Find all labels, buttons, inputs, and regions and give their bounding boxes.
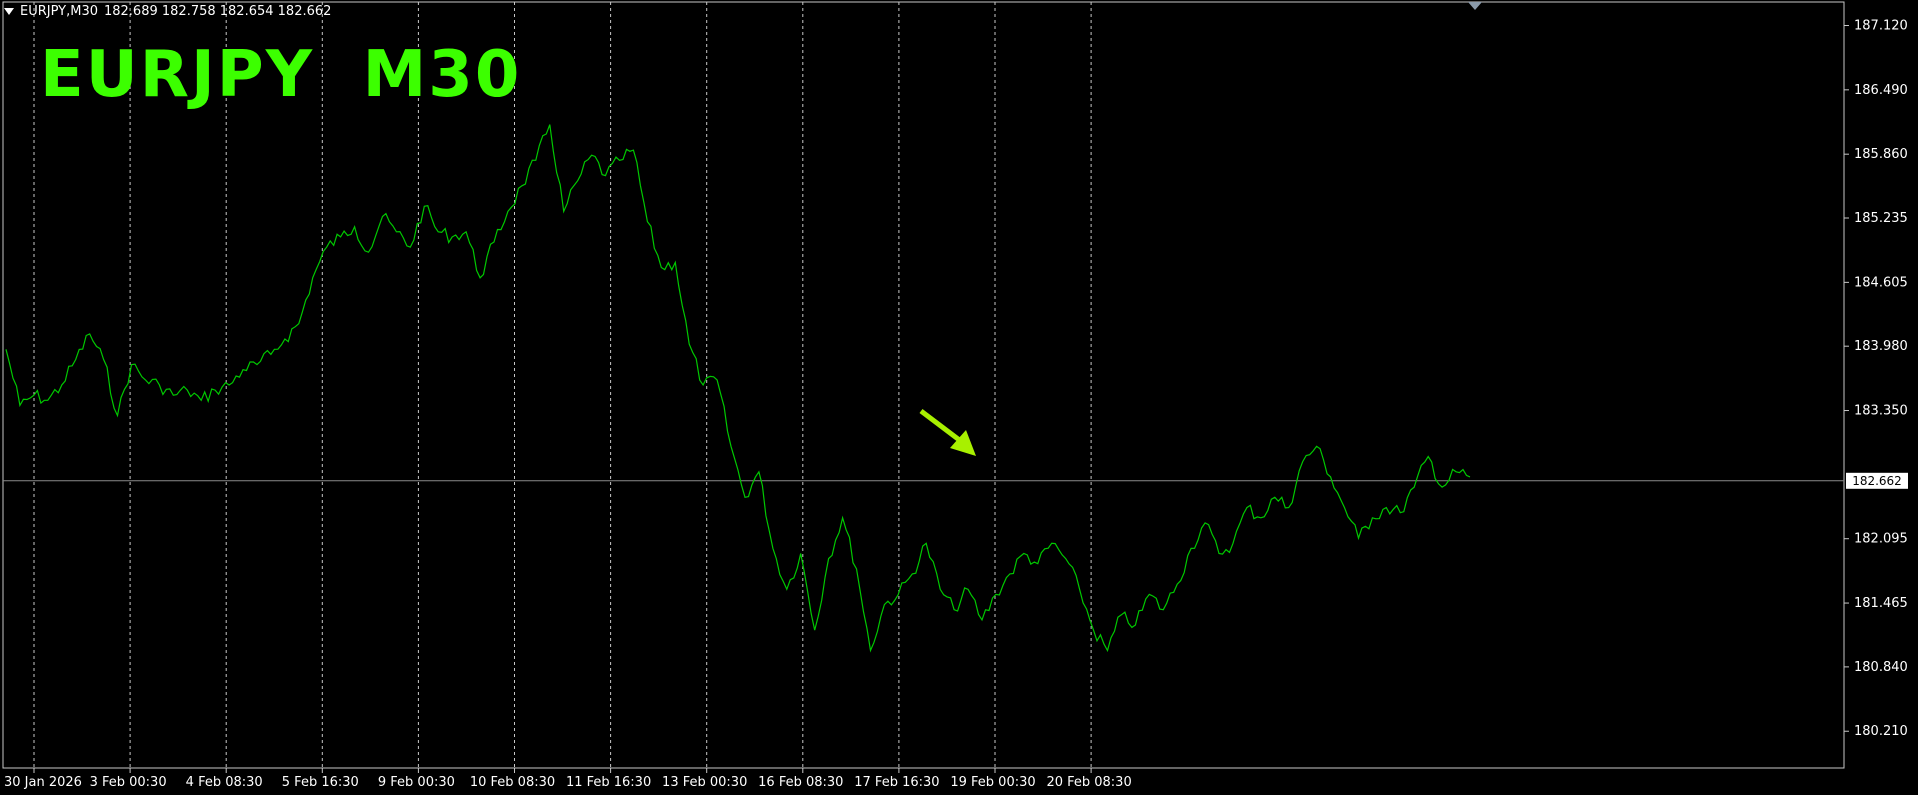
y-tick-label: 185.235	[1854, 211, 1908, 226]
y-tick-label: 186.490	[1854, 83, 1908, 98]
y-tick-label: 180.210	[1854, 724, 1908, 739]
ohlc-values: 182.689 182.758 182.654 182.662	[103, 4, 332, 19]
y-tick-label: 185.860	[1854, 147, 1908, 162]
y-tick-label: 184.605	[1854, 275, 1908, 290]
y-tick-label: 180.840	[1854, 660, 1908, 675]
x-tick-label: 5 Feb 16:30	[282, 775, 359, 790]
triangle-down-icon[interactable]	[4, 8, 14, 15]
price-chart[interactable]: 187.120 186.490 185.860 185.235 184.605 183.9…	[0, 0, 1918, 795]
x-tick-label: 10 Feb 08:30	[470, 775, 555, 790]
y-tick-label: 183.980	[1854, 339, 1908, 354]
x-tick-label: 17 Feb 16:30	[854, 775, 939, 790]
symbol-watermark: EURJPY M30	[40, 38, 522, 112]
chart-header: EURJPY,M30 182.689 182.758 182.654 182.6…	[4, 4, 331, 19]
x-tick-label: 4 Feb 08:30	[186, 775, 263, 790]
x-tick-label: 16 Feb 08:30	[758, 775, 843, 790]
y-tick-label: 182.095	[1854, 532, 1908, 547]
symbol-label: EURJPY,M30	[20, 4, 98, 19]
x-tick-label: 9 Feb 00:30	[378, 775, 455, 790]
x-tick-label: 3 Feb 00:30	[90, 775, 167, 790]
y-tick-label: 183.350	[1854, 404, 1908, 419]
y-tick-label: 181.465	[1854, 596, 1908, 611]
current-price-label: 182.662	[1852, 474, 1902, 488]
chart-background	[0, 0, 1918, 795]
y-tick-label: 187.120	[1854, 18, 1908, 33]
x-tick-label: 20 Feb 08:30	[1046, 775, 1131, 790]
x-tick-label: 11 Feb 16:30	[566, 775, 651, 790]
x-tick-label: 30 Jan 2026	[4, 775, 82, 790]
x-tick-label: 13 Feb 00:30	[662, 775, 747, 790]
x-tick-label: 19 Feb 00:30	[950, 775, 1035, 790]
